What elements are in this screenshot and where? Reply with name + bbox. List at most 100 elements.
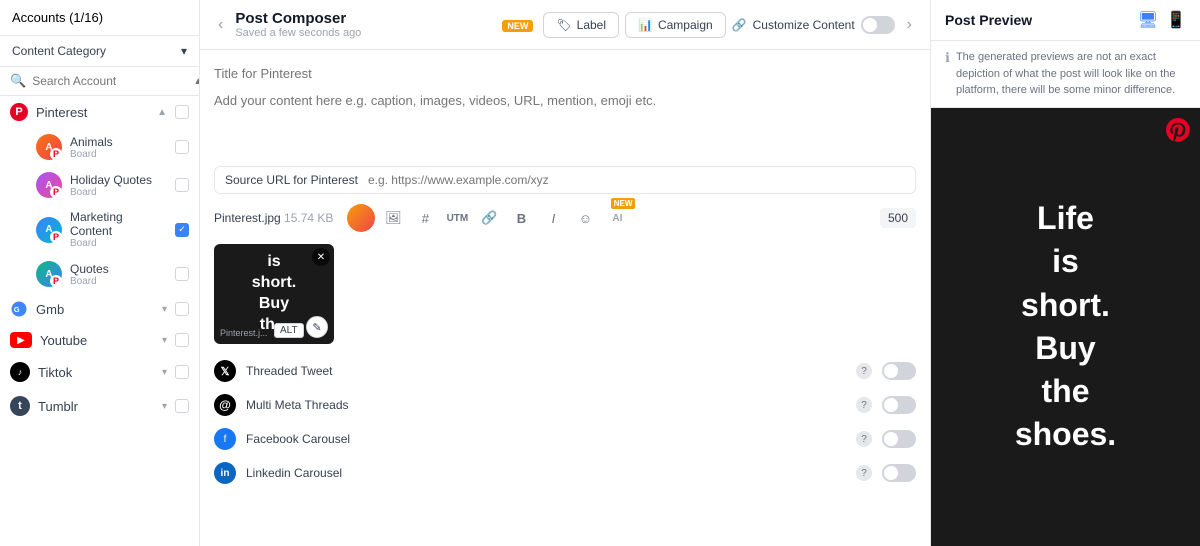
preview-device-icons: 🖥 📱 xyxy=(1138,10,1186,30)
gmb-icon: G xyxy=(10,300,28,318)
platform-youtube-header[interactable]: ▶ Youtube ▾ xyxy=(0,325,199,355)
search-input[interactable] xyxy=(32,74,187,88)
pinterest-checkbox[interactable] xyxy=(175,105,189,119)
board-holiday-checkbox[interactable] xyxy=(175,178,189,192)
composer-body: Source URL for Pinterest Pinterest.jpg 1… xyxy=(200,50,930,546)
label-btn[interactable]: 🏷 Label xyxy=(543,12,619,38)
board-animals-checkbox[interactable] xyxy=(175,140,189,154)
preview-panel: Post Preview 🖥 📱 ℹ The generated preview… xyxy=(930,0,1200,546)
main-composer: ‹ Post Composer Saved a few seconds ago … xyxy=(200,0,930,546)
title-input[interactable] xyxy=(214,62,916,85)
customize-toggle-switch[interactable] xyxy=(861,16,895,34)
gmb-checkbox[interactable] xyxy=(175,302,189,316)
platform-pinterest-header[interactable]: P Pinterest ▲ xyxy=(0,96,199,128)
prev-arrow-btn[interactable]: ‹ xyxy=(214,16,227,34)
color-picker-btn[interactable] xyxy=(347,204,375,232)
source-url-input[interactable] xyxy=(368,173,905,187)
next-arrow-btn[interactable]: › xyxy=(903,16,916,34)
board-holiday-name: Holiday Quotes xyxy=(70,173,167,187)
sidebar-header: Accounts (1/16) xyxy=(0,0,199,36)
alt-badge-btn[interactable]: ALT xyxy=(274,323,304,338)
platform-pinterest: P Pinterest ▲ P A Animals Board P xyxy=(0,96,199,293)
threaded-tweet-toggle[interactable] xyxy=(882,362,916,380)
content-category-label: Content Category xyxy=(12,44,106,58)
board-marketing-info: Marketing Content Board xyxy=(70,210,167,249)
tumblr-chevron-icon: ▾ xyxy=(162,401,167,412)
fb-carousel-toggle[interactable] xyxy=(882,430,916,448)
board-animals[interactable]: P A Animals Board xyxy=(0,128,199,166)
x-icon: 𝕏 xyxy=(214,360,236,382)
board-animals-info: Animals Board xyxy=(70,135,167,160)
youtube-checkbox[interactable] xyxy=(175,333,189,347)
multi-meta-label: Multi Meta Threads xyxy=(246,398,846,412)
italic-tool-btn[interactable]: I xyxy=(539,204,567,232)
content-category-dropdown[interactable]: Content Category ▾ xyxy=(0,36,199,67)
content-input[interactable] xyxy=(214,93,916,153)
board-marketing-label: Board xyxy=(70,238,167,249)
desktop-preview-btn[interactable]: 🖥 xyxy=(1138,10,1158,30)
hashtag-tool-btn[interactable]: # xyxy=(411,204,439,232)
facebook-icon: f xyxy=(214,428,236,450)
board-quotes-avatar: P A xyxy=(36,261,62,287)
uploaded-image: isshort.Buyth... ✕ Pinterest.j... ALT ✎ xyxy=(214,244,334,344)
board-marketing[interactable]: P A Marketing Content Board xyxy=(0,204,199,255)
board-quotes-label: Board xyxy=(70,276,167,287)
label-icon: 🏷 xyxy=(556,18,571,32)
option-multi-meta: @ Multi Meta Threads ? xyxy=(214,394,916,416)
new-badge: NEW xyxy=(502,20,533,32)
platform-gmb: G Gmb ▾ xyxy=(0,293,199,325)
board-marketing-checkbox[interactable] xyxy=(175,223,189,237)
edit-image-btn[interactable]: ✎ xyxy=(306,316,328,338)
board-quotes[interactable]: P A Quotes Board xyxy=(0,255,199,293)
mobile-preview-btn[interactable]: 📱 xyxy=(1166,10,1186,30)
composer-header: ‹ Post Composer Saved a few seconds ago … xyxy=(200,0,930,50)
multi-meta-help-icon[interactable]: ? xyxy=(856,397,872,413)
li-carousel-toggle[interactable] xyxy=(882,464,916,482)
preview-text: Lifeisshort.Buytheshoes. xyxy=(995,177,1136,476)
composer-title: Post Composer xyxy=(235,10,494,27)
info-icon: ℹ xyxy=(945,50,950,66)
tiktok-checkbox[interactable] xyxy=(175,365,189,379)
saved-status: Saved a few seconds ago xyxy=(235,27,494,39)
platform-youtube: ▶ Youtube ▾ xyxy=(0,325,199,355)
emoji-tool-btn[interactable]: ☺ xyxy=(571,204,599,232)
gmb-name: Gmb xyxy=(36,302,154,317)
li-carousel-label: Linkedin Carousel xyxy=(246,466,846,480)
toolbar-row: Pinterest.jpg 15.74 KB 🖼 # UTM 🔗 B I ☺ A… xyxy=(214,204,916,232)
link-tool-btn[interactable]: 🔗 xyxy=(475,204,503,232)
platform-tumblr-header[interactable]: t Tumblr ▾ xyxy=(0,389,199,423)
campaign-btn-text: Campaign xyxy=(658,18,713,32)
campaign-btn[interactable]: 📊 Campaign xyxy=(625,12,726,38)
youtube-icon: ▶ xyxy=(10,332,32,348)
board-quotes-checkbox[interactable] xyxy=(175,267,189,281)
tumblr-checkbox[interactable] xyxy=(175,399,189,413)
board-holiday[interactable]: P A Holiday Quotes Board xyxy=(0,166,199,204)
up-arrow-icon[interactable]: ▲ xyxy=(193,76,200,87)
board-holiday-avatar: P A xyxy=(36,172,62,198)
youtube-name: Youtube xyxy=(40,333,154,348)
threaded-tweet-help-icon[interactable]: ? xyxy=(856,363,872,379)
chevron-down-icon: ▾ xyxy=(181,44,187,58)
option-li-carousel: in Linkedin Carousel ? xyxy=(214,462,916,484)
tiktok-icon: ♪ xyxy=(10,362,30,382)
option-threaded-tweet: 𝕏 Threaded Tweet ? xyxy=(214,360,916,382)
search-icon: 🔍 xyxy=(10,73,26,89)
utm-tool-btn[interactable]: UTM xyxy=(443,204,471,232)
file-name: Pinterest.jpg xyxy=(214,211,281,225)
platform-tumblr: t Tumblr ▾ xyxy=(0,389,199,423)
preview-note-row: ℹ The generated previews are not an exac… xyxy=(931,41,1200,108)
tumblr-name: Tumblr xyxy=(38,399,154,414)
platform-tiktok-header[interactable]: ♪ Tiktok ▾ xyxy=(0,355,199,389)
board-holiday-label: Board xyxy=(70,187,167,198)
platform-tiktok: ♪ Tiktok ▾ xyxy=(0,355,199,389)
fb-carousel-help-icon[interactable]: ? xyxy=(856,431,872,447)
image-close-btn[interactable]: ✕ xyxy=(312,248,330,266)
preview-image: Lifeisshort.Buytheshoes. xyxy=(931,108,1200,546)
multi-meta-toggle[interactable] xyxy=(882,396,916,414)
platform-gmb-header[interactable]: G Gmb ▾ xyxy=(0,293,199,325)
svg-text:G: G xyxy=(14,305,20,314)
li-carousel-help-icon[interactable]: ? xyxy=(856,465,872,481)
board-animals-avatar: P A xyxy=(36,134,62,160)
bold-tool-btn[interactable]: B xyxy=(507,204,535,232)
image-tool-btn[interactable]: 🖼 xyxy=(379,204,407,232)
